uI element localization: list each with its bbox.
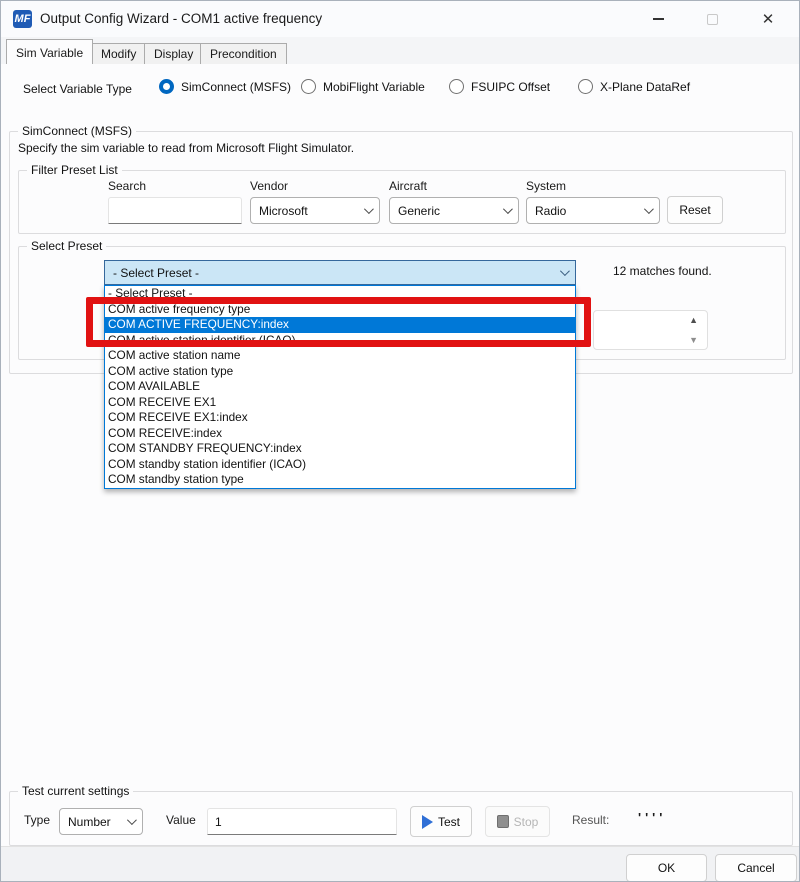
system-select[interactable]: Radio	[526, 197, 660, 224]
chevron-down-icon	[644, 204, 654, 214]
radio-xplane-label: X-Plane DataRef	[600, 80, 690, 94]
filter-preset-groupbox: Filter Preset List Search Vendor Aircraf…	[18, 170, 786, 234]
chevron-down-icon	[560, 266, 570, 276]
stop-button-label: Stop	[514, 815, 539, 829]
chevron-down-icon	[503, 204, 513, 214]
variable-type-label: Select Variable Type	[23, 82, 132, 96]
preset-option[interactable]: COM RECEIVE:index	[105, 426, 575, 442]
output-config-wizard-dialog: MF Output Config Wizard - COM1 active fr…	[0, 0, 800, 882]
tab-strip: Sim Variable Modify Display Precondition	[1, 37, 799, 64]
search-input[interactable]	[108, 197, 242, 224]
system-label: System	[526, 179, 566, 193]
preset-option[interactable]: COM RECEIVE EX1	[105, 395, 575, 411]
preset-option[interactable]: COM standby station identifier (ICAO)	[105, 457, 575, 473]
preset-option[interactable]: COM active station identifier (ICAO)	[105, 333, 575, 349]
cancel-button[interactable]: Cancel	[715, 854, 797, 882]
maximize-icon	[707, 14, 718, 25]
matches-found-text: 12 matches found.	[613, 264, 712, 278]
test-group-title: Test current settings	[18, 784, 133, 798]
preset-select[interactable]: - Select Preset -	[104, 260, 576, 285]
preset-option[interactable]: COM active station type	[105, 364, 575, 380]
window-title: Output Config Wizard - COM1 active frequ…	[40, 11, 322, 26]
footer-bar: OK Cancel	[1, 846, 799, 882]
reset-button[interactable]: Reset	[667, 196, 723, 224]
type-label: Type	[24, 813, 50, 827]
ok-button[interactable]: OK	[626, 854, 707, 882]
preset-select-value: - Select Preset -	[113, 266, 560, 280]
tab-display[interactable]: Display	[144, 43, 203, 64]
test-button[interactable]: Test	[410, 806, 472, 837]
play-icon	[422, 815, 433, 829]
test-button-label: Test	[438, 815, 460, 829]
type-value: Number	[68, 815, 127, 829]
tab-sim-variable[interactable]: Sim Variable	[6, 39, 93, 64]
value-label: Value	[166, 813, 196, 827]
tab-precondition[interactable]: Precondition	[200, 43, 287, 64]
test-settings-groupbox: Test current settings Type Number Value …	[9, 791, 793, 846]
minimize-icon	[653, 18, 664, 20]
radio-fsuipc[interactable]: FSUIPC Offset	[449, 79, 550, 94]
variable-type-row: Select Variable Type SimConnect (MSFS) M…	[1, 79, 799, 99]
spinner-down-icon[interactable]: ▼	[689, 335, 698, 345]
radio-icon	[449, 79, 464, 94]
aircraft-label: Aircraft	[389, 179, 427, 193]
vendor-select[interactable]: Microsoft	[250, 197, 380, 224]
radio-xplane[interactable]: X-Plane DataRef	[578, 79, 690, 94]
radio-mobiflight-label: MobiFlight Variable	[323, 80, 425, 94]
preset-option[interactable]: COM standby station type	[105, 472, 575, 488]
chevron-down-icon	[127, 815, 137, 825]
system-value: Radio	[535, 204, 644, 218]
preset-option[interactable]: - Select Preset -	[105, 286, 575, 302]
result-value: ''''	[638, 810, 666, 825]
type-select[interactable]: Number	[59, 808, 143, 835]
preset-option[interactable]: COM STANDBY FREQUENCY:index	[105, 441, 575, 457]
simconnect-description: Specify the sim variable to read from Mi…	[18, 141, 354, 155]
result-label: Result:	[572, 813, 609, 827]
stop-icon	[497, 815, 509, 828]
spinner-up-icon[interactable]: ▲	[689, 315, 698, 325]
search-label: Search	[108, 179, 146, 193]
close-button[interactable]: ✕	[745, 1, 791, 37]
aircraft-select[interactable]: Generic	[389, 197, 519, 224]
app-logo-icon: MF	[13, 10, 32, 28]
minimize-button[interactable]	[635, 1, 681, 37]
preset-option-selected[interactable]: COM ACTIVE FREQUENCY:index	[105, 317, 575, 333]
preset-option[interactable]: COM AVAILABLE	[105, 379, 575, 395]
radio-fsuipc-label: FSUIPC Offset	[471, 80, 550, 94]
preset-dropdown-list: - Select Preset - COM active frequency t…	[104, 285, 576, 489]
title-bar: MF Output Config Wizard - COM1 active fr…	[1, 1, 799, 37]
maximize-button	[689, 1, 735, 37]
value-input[interactable]	[207, 808, 397, 835]
radio-selected-icon	[159, 79, 174, 94]
radio-simconnect-label: SimConnect (MSFS)	[181, 80, 291, 94]
tab-modify[interactable]: Modify	[91, 43, 146, 64]
index-spinner[interactable]: ▲ ▼	[593, 310, 708, 350]
aircraft-value: Generic	[398, 204, 503, 218]
simconnect-group-title: SimConnect (MSFS)	[18, 124, 136, 138]
preset-group-title: Select Preset	[27, 239, 106, 253]
radio-icon	[301, 79, 316, 94]
stop-button: Stop	[485, 806, 550, 837]
vendor-value: Microsoft	[259, 204, 364, 218]
radio-icon	[578, 79, 593, 94]
vendor-label: Vendor	[250, 179, 288, 193]
preset-option[interactable]: COM RECEIVE EX1:index	[105, 410, 575, 426]
preset-option[interactable]: COM active station name	[105, 348, 575, 364]
radio-simconnect[interactable]: SimConnect (MSFS)	[159, 79, 291, 94]
radio-mobiflight[interactable]: MobiFlight Variable	[301, 79, 425, 94]
filter-group-title: Filter Preset List	[27, 163, 122, 177]
chevron-down-icon	[364, 204, 374, 214]
preset-option[interactable]: COM active frequency type	[105, 302, 575, 318]
